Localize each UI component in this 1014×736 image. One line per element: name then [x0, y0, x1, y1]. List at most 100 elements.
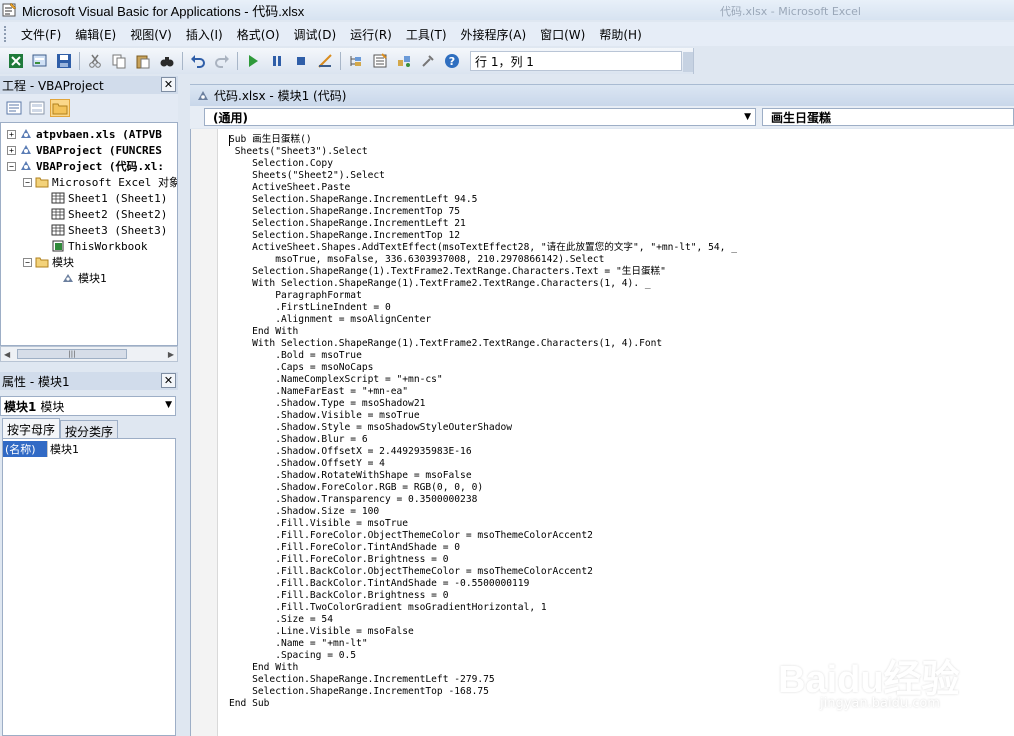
code-line[interactable]: End Sub: [229, 698, 737, 710]
code-line[interactable]: .Shadow.ForeColor.RGB = RGB(0, 0, 0): [229, 482, 737, 494]
insert-userform-icon[interactable]: [30, 51, 50, 71]
copy-icon[interactable]: [109, 51, 129, 71]
code-line[interactable]: .Alignment = msoAlignCenter: [229, 314, 737, 326]
code-line[interactable]: Selection.ShapeRange.IncrementTop 12: [229, 230, 737, 242]
code-line[interactable]: .Fill.ForeColor.ObjectThemeColor = msoTh…: [229, 530, 737, 542]
code-line[interactable]: End With: [229, 662, 737, 674]
code-line[interactable]: .FirstLineIndent = 0: [229, 302, 737, 314]
menu-format[interactable]: 格式(O): [230, 26, 287, 43]
menu-grip[interactable]: [4, 26, 8, 42]
code-line[interactable]: .NameFarEast = "+mn-ea": [229, 386, 737, 398]
code-line[interactable]: .Fill.BackColor.TintAndShade = -0.550000…: [229, 578, 737, 590]
menu-debug[interactable]: 调试(D): [287, 26, 344, 43]
scroll-left-icon[interactable]: ◀: [4, 350, 10, 359]
code-line[interactable]: .Shadow.Visible = msoTrue: [229, 410, 737, 422]
code-text[interactable]: Sub 画生日蛋糕() Sheets("Sheet3").Select Sele…: [229, 134, 737, 710]
view-code-icon[interactable]: [4, 99, 24, 117]
reset-icon[interactable]: [291, 51, 311, 71]
toolbox-icon[interactable]: [418, 51, 438, 71]
code-line[interactable]: .Fill.Visible = msoTrue: [229, 518, 737, 530]
code-line[interactable]: .Fill.BackColor.ObjectThemeColor = msoTh…: [229, 566, 737, 578]
code-line[interactable]: ActiveSheet.Shapes.AddTextEffect(msoText…: [229, 242, 737, 254]
tree-node-sheet1[interactable]: Sheet1 (Sheet1): [51, 190, 167, 206]
project-tree-scrollbar[interactable]: ◀ ||| ▶: [0, 346, 178, 362]
code-line[interactable]: .Shadow.Size = 100: [229, 506, 737, 518]
code-line[interactable]: .Size = 54: [229, 614, 737, 626]
collapse-icon[interactable]: −: [23, 177, 32, 187]
find-icon[interactable]: [157, 51, 177, 71]
property-row[interactable]: (名称) 模块1: [3, 441, 175, 457]
properties-object-select[interactable]: 模块1 模块 ▼: [0, 396, 176, 416]
properties-close-icon[interactable]: ✕: [161, 373, 176, 388]
project-explorer-icon[interactable]: [346, 51, 366, 71]
code-line[interactable]: With Selection.ShapeRange(1).TextFrame2.…: [229, 338, 737, 350]
code-line[interactable]: .Shadow.Style = msoShadowStyleOuterShado…: [229, 422, 737, 434]
tree-node-sheet3[interactable]: Sheet3 (Sheet3): [51, 222, 167, 238]
collapse-icon[interactable]: −: [23, 257, 32, 267]
menu-window[interactable]: 窗口(W): [533, 26, 592, 43]
code-line[interactable]: .NameComplexScript = "+mn-cs": [229, 374, 737, 386]
chevron-down-icon[interactable]: ▼: [165, 400, 172, 410]
scroll-right-icon[interactable]: ▶: [168, 350, 174, 359]
code-line[interactable]: .Shadow.Type = msoShadow21: [229, 398, 737, 410]
code-line[interactable]: Selection.ShapeRange.IncrementLeft -279.…: [229, 674, 737, 686]
object-browser-icon[interactable]: [394, 51, 414, 71]
code-line[interactable]: Selection.Copy: [229, 158, 737, 170]
code-line[interactable]: ParagraphFormat: [229, 290, 737, 302]
code-line[interactable]: .Shadow.RotateWithShape = msoFalse: [229, 470, 737, 482]
code-line[interactable]: .Line.Visible = msoFalse: [229, 626, 737, 638]
menu-insert[interactable]: 插入(I): [179, 26, 230, 43]
tree-node-funcres[interactable]: + VBAProject (FUNCRES: [7, 142, 162, 158]
code-line[interactable]: .Fill.BackColor.Brightness = 0: [229, 590, 737, 602]
view-object-icon[interactable]: [27, 99, 47, 117]
toolbar-overflow-button[interactable]: [683, 52, 693, 72]
code-line[interactable]: End With: [229, 326, 737, 338]
code-line[interactable]: msoTrue, msoFalse, 336.6303937008, 210.2…: [229, 254, 737, 266]
code-line[interactable]: .Shadow.Transparency = 0.3500000238: [229, 494, 737, 506]
menu-tools[interactable]: 工具(T): [399, 26, 454, 43]
run-icon[interactable]: [243, 51, 263, 71]
code-line[interactable]: Selection.ShapeRange.IncrementTop 75: [229, 206, 737, 218]
undo-icon[interactable]: [188, 51, 208, 71]
code-editor[interactable]: Sub 画生日蛋糕() Sheets("Sheet3").Select Sele…: [190, 129, 1014, 736]
vba-app-icon[interactable]: [2, 2, 18, 18]
redo-icon[interactable]: [212, 51, 232, 71]
save-icon[interactable]: [54, 51, 74, 71]
menu-edit[interactable]: 编辑(E): [68, 26, 123, 43]
procedure-combo[interactable]: 画生日蛋糕: [762, 108, 1014, 126]
tab-alphabetic[interactable]: 按字母序: [2, 418, 61, 438]
break-icon[interactable]: [267, 51, 287, 71]
menu-addins[interactable]: 外接程序(A): [454, 26, 534, 43]
cut-icon[interactable]: [85, 51, 105, 71]
tree-node-atpvbaen[interactable]: + atpvbaen.xls (ATPVB: [7, 126, 162, 142]
design-mode-icon[interactable]: [315, 51, 335, 71]
tab-categorized[interactable]: 按分类序: [60, 420, 119, 439]
code-line[interactable]: .Fill.ForeColor.Brightness = 0: [229, 554, 737, 566]
object-combo[interactable]: (通用) ▼: [204, 108, 756, 126]
project-explorer-close-icon[interactable]: ✕: [161, 77, 176, 92]
properties-window-icon[interactable]: [370, 51, 390, 71]
code-line[interactable]: .Bold = msoTrue: [229, 350, 737, 362]
code-line[interactable]: With Selection.ShapeRange(1).TextFrame2.…: [229, 278, 737, 290]
excel-icon[interactable]: [6, 51, 26, 71]
code-line[interactable]: .Caps = msoNoCaps: [229, 362, 737, 374]
menu-view[interactable]: 视图(V): [123, 26, 179, 43]
scroll-thumb[interactable]: |||: [17, 349, 127, 359]
paste-icon[interactable]: [133, 51, 153, 71]
code-line[interactable]: .Fill.TwoColorGradient msoGradientHorizo…: [229, 602, 737, 614]
code-line[interactable]: Sub 画生日蛋糕(): [229, 134, 737, 146]
collapse-icon[interactable]: −: [7, 161, 16, 171]
code-line[interactable]: Selection.ShapeRange.IncrementTop -168.7…: [229, 686, 737, 698]
code-line[interactable]: Selection.ShapeRange.IncrementLeft 21: [229, 218, 737, 230]
tree-node-thisworkbook[interactable]: ThisWorkbook: [51, 238, 147, 254]
code-line[interactable]: .Shadow.OffsetY = 4: [229, 458, 737, 470]
code-line[interactable]: .Name = "+mn-lt": [229, 638, 737, 650]
pane-splitter[interactable]: [180, 76, 188, 736]
menu-help[interactable]: 帮助(H): [592, 26, 648, 43]
menu-run[interactable]: 运行(R): [343, 26, 399, 43]
property-value[interactable]: 模块1: [47, 441, 79, 457]
tree-node-daima-project[interactable]: − VBAProject (代码.xl:: [7, 158, 164, 174]
expand-icon[interactable]: +: [7, 145, 16, 155]
tree-node-modules-folder[interactable]: − 模块: [23, 254, 74, 270]
code-margin-bar[interactable]: [191, 129, 218, 736]
